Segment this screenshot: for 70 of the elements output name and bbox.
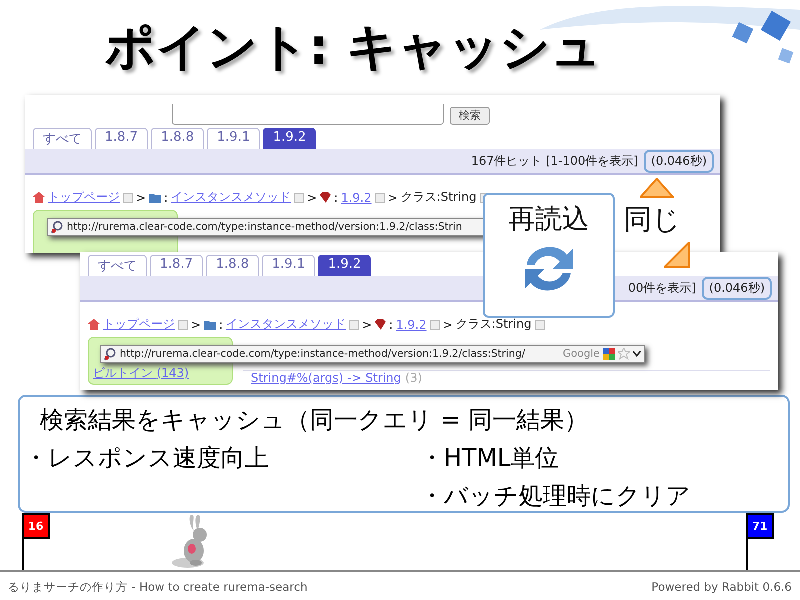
slide-title: ポイント: キャッシュ [105,17,602,78]
breadcrumb-separator: > [442,318,453,332]
current-page-flag: 16 [22,513,50,539]
folder-icon [149,192,162,202]
search-time: (0.046秒) [702,276,772,300]
hit-count: 167件ヒット [1-100件を表示] [471,152,638,170]
powered-by-text: Powered by Rabbit 0.6.6 [652,580,792,594]
search-icon [104,348,117,360]
bullet-text: ・レスポンス速度向上 [24,443,270,474]
breadcrumb-separator: > [362,318,372,332]
version-tab[interactable]: 1.8.8 [206,255,260,276]
version-tab[interactable]: 1.9.2 [263,128,316,149]
version-tab[interactable]: 1.9.1 [262,255,316,276]
breadcrumb-link[interactable]: 1.9.2 [396,318,427,332]
breadcrumb-link[interactable]: 1.9.2 [341,190,372,204]
feed-icon [374,192,385,202]
result-count: (3) [405,371,422,385]
triangle-icon [664,242,690,268]
dropdown-icon[interactable] [633,351,641,357]
home-icon [33,192,45,203]
url-text: http://rurema.clear-code.com/type:instance-method/version:1.9.2/class:Strin [67,221,462,233]
breadcrumb-link[interactable]: トップページ [48,189,120,206]
url-text: http://rurema.clear-code.com/type:instance-method/version:1.9.2/class:String/ [120,348,526,360]
breadcrumb-separator: > [191,318,202,332]
bullet-text: ・HTML単位 [420,443,560,474]
feed-icon [349,320,360,330]
breadcrumb-colon: : [164,190,168,204]
version-tab[interactable]: 1.8.8 [151,128,204,149]
feed-icon [534,320,545,330]
version-tab[interactable]: 1.9.1 [207,128,260,149]
feed-icon [294,192,304,202]
breadcrumb-text: クラス:String [456,316,532,333]
breadcrumb-separator: > [136,190,146,204]
ruby-icon [375,319,386,330]
version-tab[interactable]: 1.8.7 [95,128,148,149]
search-time: (0.046秒) [644,150,714,172]
breadcrumb-text: クラス:String [400,189,477,206]
version-tab[interactable]: 1.9.2 [318,255,372,276]
folder-icon [204,320,216,330]
home-icon [88,319,100,330]
breadcrumb-colon: : [334,190,338,204]
version-tab[interactable]: すべて [33,128,92,149]
breadcrumb-link[interactable]: インスタンスメソッド [226,316,346,333]
bullet-text: ・バッチ処理時にクリア [420,481,692,512]
feed-icon [178,320,188,330]
breadcrumb-link[interactable]: トップページ [103,316,175,333]
breadcrumb-colon: : [219,318,224,332]
triangle-icon [640,178,674,198]
search-icon [51,220,64,234]
ruby-icon [320,192,332,203]
search-field[interactable] [172,104,444,125]
hit-count: 00件を表示] [628,280,696,296]
star-icon [618,348,630,360]
sidebar-link[interactable]: ビルトイン (143) [93,365,190,382]
feed-icon [430,320,440,330]
search-engine-label: Google [562,348,600,360]
breadcrumb-colon: : [389,318,394,332]
breadcrumb-link[interactable]: インスタンスメソッド [171,189,292,206]
version-tab[interactable]: すべて [88,255,147,276]
breadcrumb-separator: > [307,190,318,204]
breadcrumb-separator: > [388,190,398,204]
presentation-title: るりまサーチの作り方 - How to create rurema-search [8,580,308,594]
total-pages-flag: 71 [746,513,774,539]
search-button[interactable]: 検索 [450,107,490,125]
feed-icon [123,192,133,202]
point-text: 検索結果をキャッシュ（同一クエリ = 同一結果） [39,405,590,436]
callout-label: 再読込 [508,203,590,237]
result-link[interactable]: String#%(args) -> String [251,371,402,385]
engine-icon [603,348,615,360]
version-tab[interactable]: 1.8.7 [150,255,204,276]
